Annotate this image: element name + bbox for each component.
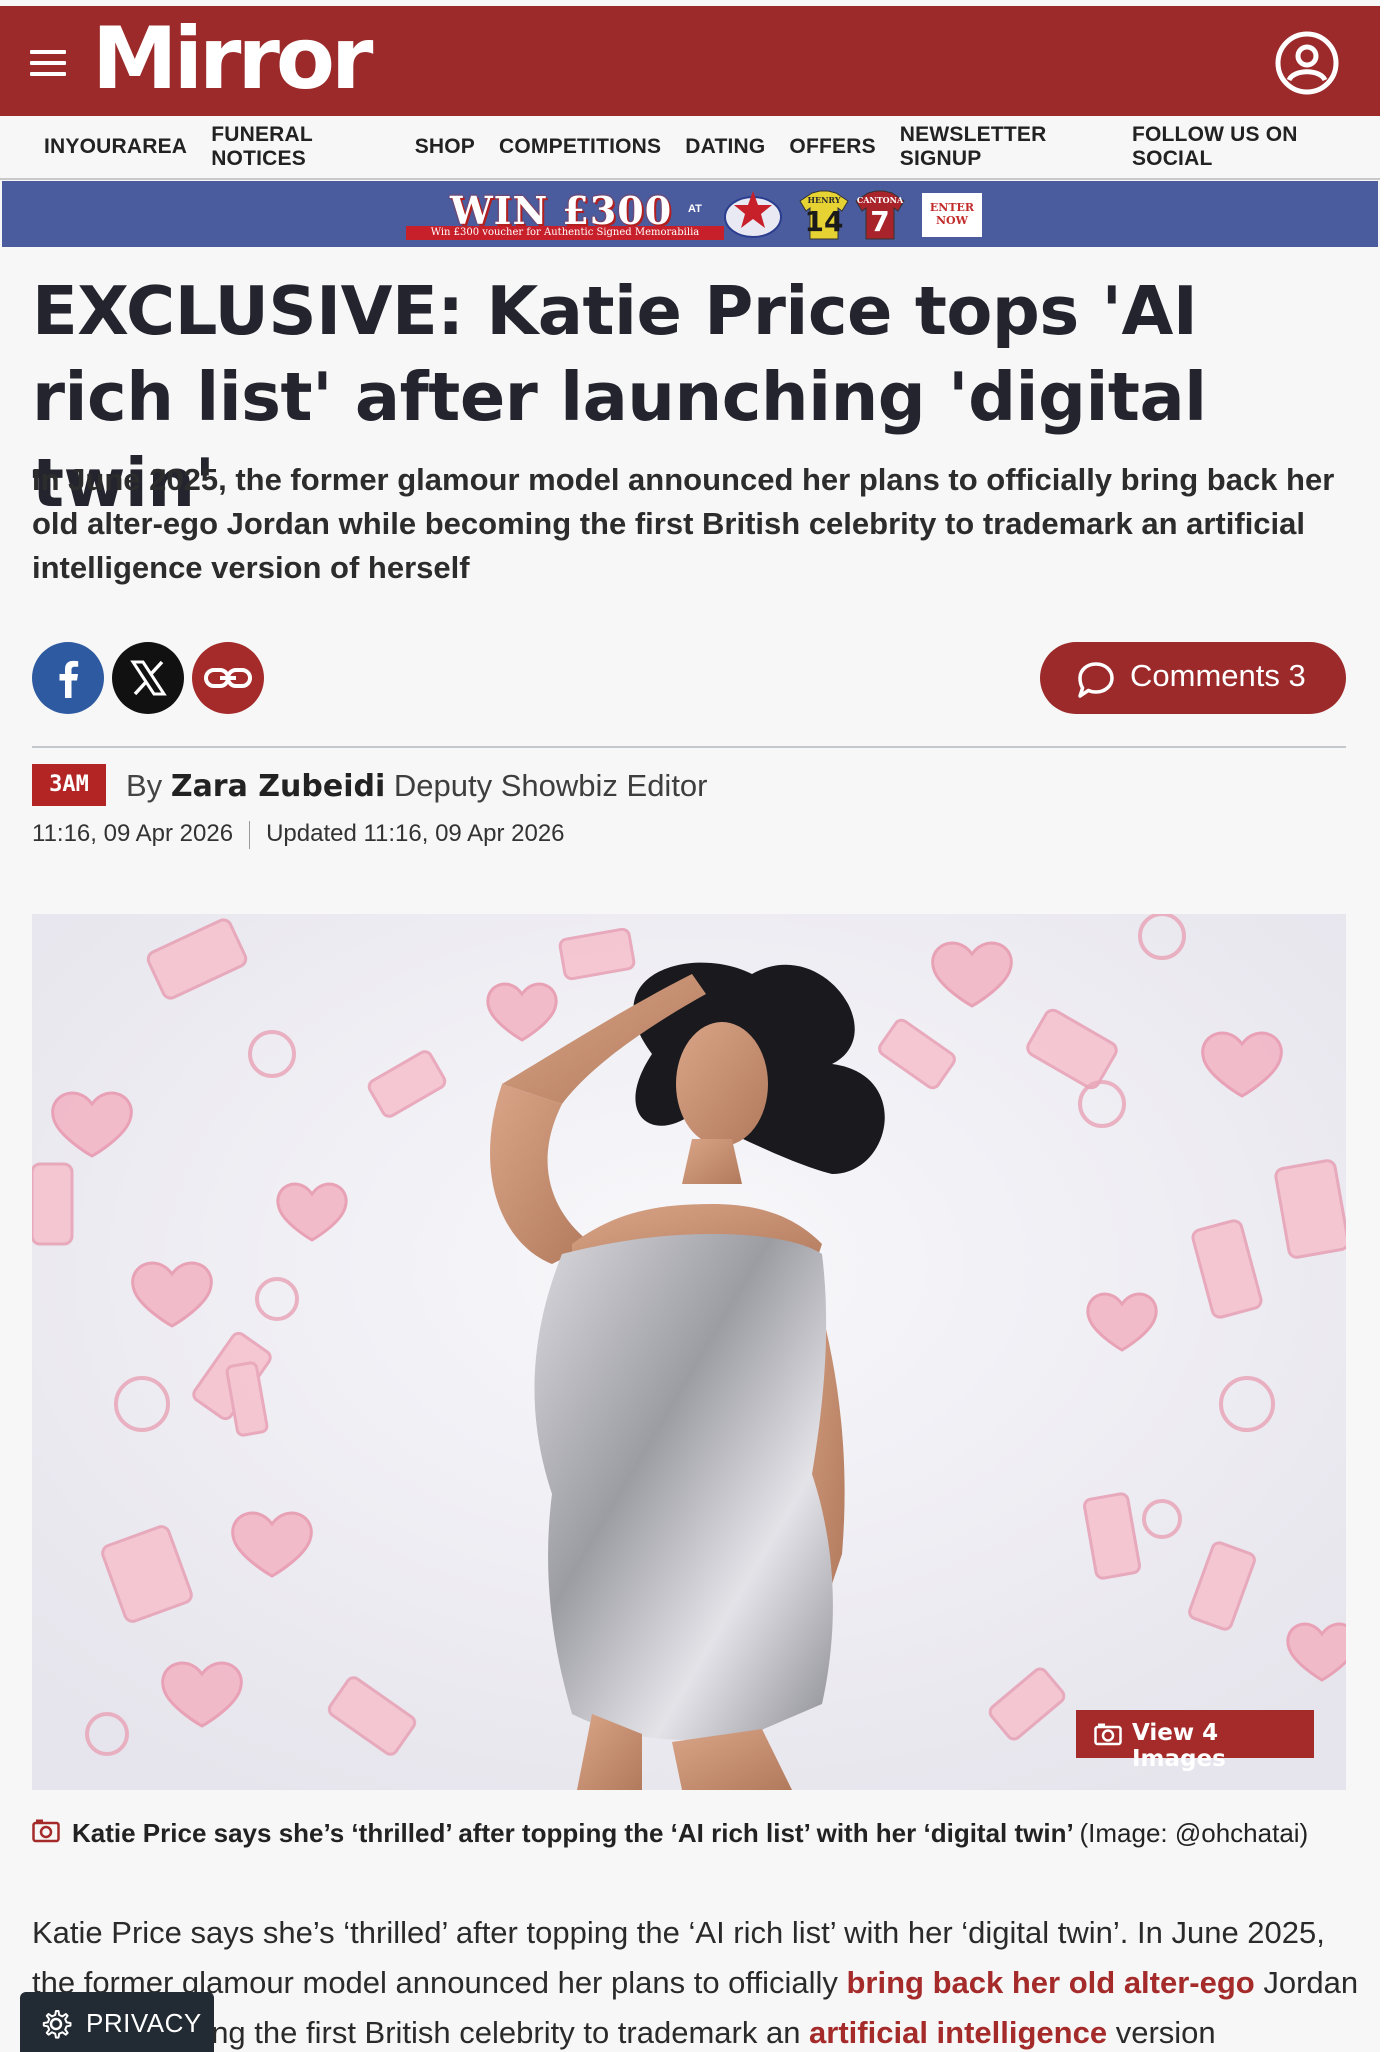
- mirror-logo[interactable]: Mirror: [92, 16, 373, 102]
- cantona-shirt-number: 7: [870, 205, 890, 238]
- x-share-button[interactable]: [112, 642, 184, 714]
- author-role: Deputy Showbiz Editor: [393, 768, 708, 803]
- article-page: Mirror INYOURAREA FUNERAL NOTICES SHOP C…: [0, 0, 1380, 2052]
- view-images-label: View 4 Images: [1132, 1720, 1226, 1772]
- gear-icon: [42, 2010, 72, 2039]
- x-icon: [112, 642, 184, 714]
- facebook-share-button[interactable]: [32, 642, 104, 714]
- promo-enter-button[interactable]: ENTER NOW: [922, 193, 982, 237]
- article-dates: 11:16, 09 Apr 2026 Updated 11:16, 09 Apr …: [32, 820, 565, 849]
- cantona-shirt-name: CANTONA: [856, 195, 904, 205]
- divider: [32, 746, 1346, 748]
- user-account-icon[interactable]: [1274, 30, 1340, 96]
- view-images-button[interactable]: View 4 Images: [1076, 1710, 1314, 1772]
- comments-label: Comments 3: [1130, 658, 1306, 693]
- allstar-logo-icon: [722, 187, 784, 241]
- time-badge: 3AM: [32, 764, 106, 806]
- nav-item-shop[interactable]: SHOP: [415, 135, 475, 159]
- copy-link-button[interactable]: [192, 642, 264, 714]
- author-name-link[interactable]: Zara Zubeidi: [171, 769, 385, 804]
- link-icon: [192, 642, 264, 714]
- speech-bubble-icon: [1078, 662, 1114, 698]
- top-navigation: INYOURAREA FUNERAL NOTICES SHOP COMPETIT…: [0, 116, 1380, 180]
- nav-item-dating[interactable]: DATING: [685, 135, 765, 159]
- masthead: Mirror: [0, 6, 1380, 116]
- nav-item-offers[interactable]: OFFERS: [789, 135, 875, 159]
- henry-shirt-name: HENRY: [807, 195, 841, 205]
- comments-button[interactable]: Comments 3: [1040, 642, 1346, 714]
- hero-image[interactable]: [32, 914, 1346, 1790]
- artificial-intelligence-link[interactable]: artificial intelligence: [809, 2015, 1107, 2050]
- henry-shirt-number: 14: [804, 205, 844, 238]
- promo-at: AT: [688, 203, 702, 215]
- nav-item-inyourarea[interactable]: INYOURAREA: [44, 135, 187, 159]
- privacy-button[interactable]: PRIVACY: [20, 1992, 214, 2052]
- body-text-end: version: [1107, 2015, 1216, 2050]
- nav-item-newsletter-signup[interactable]: NEWSLETTER SIGNUP: [900, 123, 1108, 171]
- date-separator: [249, 820, 251, 849]
- article-body-paragraph: Katie Price says she’s ‘thrilled’ after …: [32, 1908, 1362, 2052]
- published-date: 11:16, 09 Apr 2026: [32, 820, 234, 847]
- privacy-label: PRIVACY: [86, 2008, 202, 2038]
- promo-banner-content: WIN £300 AT Win £300 voucher for Authent…: [402, 187, 984, 241]
- camera-icon: [32, 1819, 60, 1843]
- caption-credit: (Image: @ohchatai): [1079, 1818, 1309, 1848]
- nav-item-follow-us-on-social[interactable]: FOLLOW US ON SOCIAL: [1132, 123, 1356, 171]
- facebook-icon: [32, 642, 104, 714]
- article-standfirst: In June 2025, the former glamour model a…: [32, 462, 1335, 585]
- nav-item-funeral-notices[interactable]: FUNERAL NOTICES: [211, 123, 391, 171]
- promo-win-box: WIN £300 AT Win £300 voucher for Authent…: [402, 188, 724, 240]
- byline: By Zara Zubeidi Deputy Showbiz Editor: [126, 768, 708, 804]
- cantona-shirt-icon: CANTONA 7: [854, 189, 906, 241]
- updated-date: Updated 11:16, 09 Apr 2026: [266, 820, 565, 847]
- nav-item-competitions[interactable]: COMPETITIONS: [499, 135, 661, 159]
- henry-shirt-icon: HENRY 14: [798, 189, 850, 241]
- promo-banner[interactable]: WIN £300 AT Win £300 voucher for Authent…: [2, 181, 1378, 247]
- hamburger-icon[interactable]: [30, 50, 66, 76]
- hero-photo-illustration: [32, 914, 1346, 1790]
- alter-ego-link[interactable]: bring back her old alter-ego: [847, 1965, 1255, 2000]
- caption-text: Katie Price says she’s ‘thrilled’ after …: [72, 1818, 1073, 1848]
- promo-subline: Win £300 voucher for Authentic Signed Me…: [406, 226, 724, 240]
- byline-prefix: By: [126, 768, 163, 803]
- camera-icon: [1094, 1723, 1122, 1746]
